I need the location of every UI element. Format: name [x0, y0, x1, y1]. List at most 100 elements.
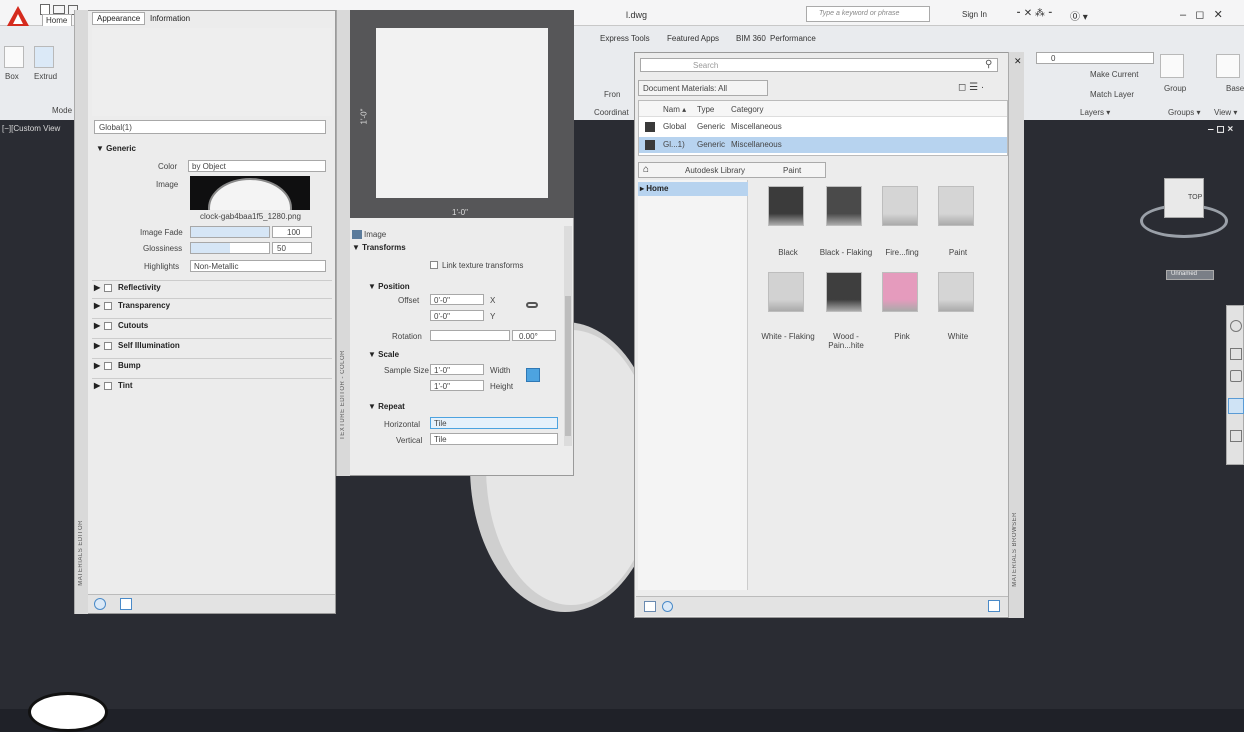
tab-information[interactable]: Information	[150, 14, 190, 23]
swatch-item[interactable]: White - Flaking	[760, 272, 816, 356]
create-material-icon[interactable]	[94, 598, 106, 610]
exchange-icon[interactable]: ⁃ ✕ ⁂ ⁃	[1016, 8, 1053, 19]
highlights-dropdown[interactable]: Non-Metallic	[190, 260, 326, 272]
transforms-header[interactable]: ▼ Transforms	[352, 243, 406, 252]
tab-home[interactable]: Home	[42, 14, 72, 26]
view-options-icon[interactable]: ◻ ☰ ·	[958, 82, 984, 93]
zoom-icon[interactable]	[1230, 370, 1242, 382]
pan-icon[interactable]	[1230, 348, 1242, 360]
swatch-item[interactable]: Wood - Pain...hite	[818, 272, 874, 356]
position-header[interactable]: ▼ Position	[368, 282, 410, 291]
tab-featured-apps[interactable]: Featured Apps	[667, 34, 719, 43]
swatch-item[interactable]: Fire...fing	[874, 186, 930, 270]
horizontal-repeat-dropdown[interactable]: Tile	[430, 417, 558, 429]
materials-browser-sidebar[interactable]: MATERIALS BROWSER	[1008, 52, 1024, 618]
extrude-button[interactable]	[34, 46, 54, 68]
generic-section-header[interactable]: ▼ Generic	[96, 144, 136, 153]
section-bump[interactable]: ▶ Bump	[92, 358, 332, 372]
section-self-illumination[interactable]: ▶ Self Illumination	[92, 338, 332, 352]
sample-width-field[interactable]: 1'-0"	[430, 364, 484, 375]
scale-header[interactable]: ▼ Scale	[368, 350, 399, 359]
column-type[interactable]: Type	[697, 105, 714, 114]
group-button[interactable]	[1160, 54, 1184, 78]
rotation-slider[interactable]	[430, 330, 510, 341]
tab-appearance[interactable]: Appearance	[92, 12, 146, 25]
document-materials-filter[interactable]: Document Materials: All	[638, 80, 768, 96]
front-view-button[interactable]: Fron	[604, 90, 620, 99]
texture-preview-area[interactable]	[350, 10, 574, 218]
image-thumbnail[interactable]	[190, 176, 310, 210]
texture-editor-sidebar[interactable]: TEXTURE EDITOR - COLOR	[336, 10, 350, 476]
scrollbar-thumb[interactable]	[565, 296, 571, 436]
tab-express-tools[interactable]: Express Tools	[600, 34, 650, 43]
base-button[interactable]	[1216, 54, 1240, 78]
search-icon[interactable]: ⚲	[985, 59, 992, 70]
ucs-menu[interactable]: Unnamed	[1166, 270, 1214, 280]
window-controls[interactable]: – ◻ ✕	[1180, 8, 1223, 21]
swatch-item[interactable]: White	[930, 272, 986, 356]
material-name-field[interactable]: Global(1)	[94, 120, 326, 134]
orbit-icon[interactable]	[1228, 398, 1244, 414]
box-button[interactable]	[4, 46, 24, 68]
tab-bim-360[interactable]: BIM 360	[736, 34, 766, 43]
section-tint[interactable]: ▶ Tint	[92, 378, 332, 392]
image-fade-value-field[interactable]: 100	[272, 226, 312, 238]
library-menu-icon[interactable]	[644, 601, 656, 612]
create-material-icon[interactable]	[662, 601, 673, 612]
sample-height-field[interactable]: 1'-0"	[430, 380, 484, 391]
make-current-button[interactable]: Make Current	[1090, 70, 1138, 79]
color-dropdown[interactable]: by Object	[188, 160, 326, 172]
section-reflectivity[interactable]: ▶ Reflectivity	[92, 280, 332, 294]
glossiness-slider[interactable]	[190, 242, 270, 254]
lock-aspect-icon[interactable]	[526, 368, 540, 382]
layer-dropdown[interactable]: 0	[1036, 52, 1154, 64]
materials-browser-toggle-icon[interactable]	[120, 598, 132, 610]
match-layer-button[interactable]: Match Layer	[1090, 90, 1134, 99]
section-transparency[interactable]: ▶ Transparency	[92, 298, 332, 312]
link-xy-icon[interactable]	[526, 302, 538, 308]
breadcrumb-library[interactable]: Autodesk Library	[685, 166, 745, 175]
swatch-item[interactable]: Black - Flaking	[818, 186, 874, 270]
viewport-controls[interactable]: ‒ ◻ ×	[1208, 124, 1233, 135]
sign-in[interactable]: Sign In	[962, 10, 987, 19]
section-cutouts[interactable]: ▶ Cutouts	[92, 318, 332, 332]
image-fade-slider[interactable]	[190, 226, 270, 238]
column-category[interactable]: Category	[731, 105, 763, 114]
repeat-header[interactable]: ▼ Repeat	[368, 402, 405, 411]
library-breadcrumb[interactable]: ⌂ Autodesk Library Paint	[638, 162, 826, 178]
steering-wheel-icon[interactable]	[1230, 320, 1242, 332]
home-icon[interactable]: ⌂	[643, 164, 649, 175]
swatch-item[interactable]: Black	[760, 186, 816, 270]
cutouts-checkbox[interactable]	[104, 322, 112, 330]
reflectivity-checkbox[interactable]	[104, 284, 112, 292]
tree-item-home[interactable]: ▸ Home	[638, 182, 748, 196]
help-search[interactable]: Type a keyword or phrase	[806, 6, 930, 22]
navigation-bar[interactable]	[1226, 305, 1244, 465]
glossiness-value-field[interactable]: 50	[272, 242, 312, 254]
bump-checkbox[interactable]	[104, 362, 112, 370]
vertical-repeat-dropdown[interactable]: Tile	[430, 433, 558, 445]
transparency-checkbox[interactable]	[104, 302, 112, 310]
offset-y-field[interactable]: 0'-0"	[430, 310, 484, 321]
help-icon[interactable]: ⓪ ▾	[1070, 8, 1088, 23]
breadcrumb-folder[interactable]: Paint	[783, 166, 801, 175]
open-icon[interactable]	[53, 5, 65, 14]
showmotion-icon[interactable]	[1230, 430, 1242, 442]
materials-editor-sidebar[interactable]: MATERIALS EDITOR	[74, 10, 88, 614]
self-illumination-checkbox[interactable]	[104, 342, 112, 350]
tint-checkbox[interactable]	[104, 382, 112, 390]
link-transforms-checkbox[interactable]	[430, 261, 438, 269]
swatch-item[interactable]: Pink	[874, 272, 930, 356]
swatch-item[interactable]: Paint	[930, 186, 986, 270]
table-row[interactable]: Gl...1) Generic Miscellaneous	[639, 137, 1007, 153]
tab-performance[interactable]: Performance	[770, 34, 816, 43]
offset-x-field[interactable]: 0'-0"	[430, 294, 484, 305]
browser-search-field[interactable]: Search ⚲	[640, 58, 998, 72]
texture-editor-scrollbar[interactable]	[564, 226, 572, 446]
materials-editor-toggle-icon[interactable]	[988, 600, 1000, 612]
rotation-value-field[interactable]: 0.00°	[512, 330, 556, 341]
material-preview[interactable]	[92, 28, 332, 116]
viewport-label[interactable]: [−][Custom View	[2, 124, 60, 133]
autocad-app-button[interactable]	[6, 5, 30, 27]
table-row[interactable]: Global Generic Miscellaneous	[639, 119, 1007, 135]
